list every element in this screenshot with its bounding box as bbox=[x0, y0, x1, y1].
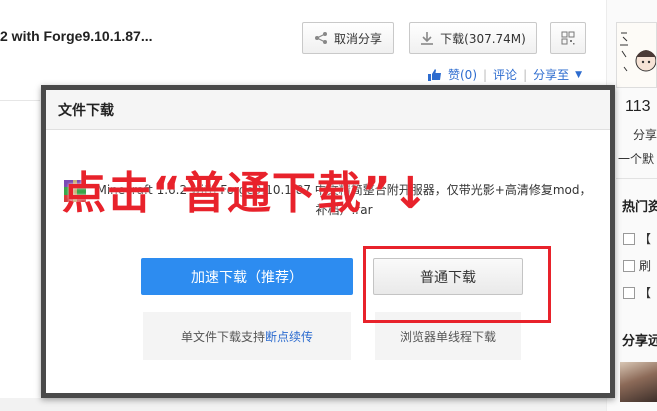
sidebar-count: 113 bbox=[625, 98, 651, 115]
chevron-down-icon[interactable]: ▼ bbox=[575, 70, 582, 80]
share-to-link[interactable]: 分享至 bbox=[533, 66, 569, 83]
fast-download-note: 单文件下载支持 断点续传 bbox=[143, 312, 351, 360]
annotation-text: 点击“普通下载”↓ bbox=[62, 168, 430, 219]
download-button[interactable]: 下载(307.74M) bbox=[409, 22, 537, 54]
left-divider bbox=[0, 100, 40, 101]
sidebar-item-label: 刷 bbox=[639, 259, 652, 273]
sidebar-share-label: 分享 bbox=[633, 128, 657, 142]
sidebar-share-title: 分享远 bbox=[622, 334, 657, 349]
meta-row: 赞(0) | 评论 | 分享至 ▼ bbox=[428, 66, 582, 83]
sidebar-hot-title: 热门资 bbox=[622, 200, 657, 215]
file-title: 2 with Forge9.10.1.87... bbox=[0, 28, 153, 44]
sidebar-item-label: 【 bbox=[639, 286, 652, 300]
qr-code-button[interactable] bbox=[550, 22, 586, 54]
sidebar-item[interactable]: 刷 bbox=[623, 257, 651, 274]
meta-separator: | bbox=[523, 67, 528, 82]
sidebar-photo[interactable] bbox=[620, 362, 657, 402]
unshare-label: 取消分享 bbox=[333, 31, 382, 46]
sidebar-default-text: 一个默 bbox=[618, 152, 655, 166]
download-icon bbox=[421, 32, 434, 45]
download-label: 下载(307.74M) bbox=[440, 31, 526, 46]
document-icon bbox=[623, 286, 635, 299]
dialog-header: 文件下载 bbox=[46, 90, 610, 130]
bottom-strip bbox=[0, 398, 606, 411]
highlight-box bbox=[363, 246, 551, 323]
unshare-button[interactable]: 取消分享 bbox=[302, 22, 394, 54]
meta-separator: | bbox=[483, 67, 488, 82]
document-icon bbox=[623, 259, 635, 272]
dialog-title: 文件下载 bbox=[58, 103, 114, 119]
thumbs-up-icon[interactable] bbox=[428, 68, 442, 81]
sidebar-item[interactable]: 【 bbox=[623, 284, 651, 301]
sidebar-item[interactable]: 【 bbox=[623, 230, 651, 247]
fast-download-button[interactable]: 加速下载（推荐） bbox=[141, 258, 353, 295]
comment-link[interactable]: 评论 bbox=[493, 66, 517, 83]
qr-code-icon bbox=[561, 31, 575, 45]
document-icon bbox=[623, 232, 635, 245]
file-download-dialog: 文件下载 Minecraft 1.6.2 with Forge9.10.1.87… bbox=[41, 85, 615, 398]
share-icon bbox=[314, 32, 327, 44]
avatar[interactable] bbox=[616, 22, 657, 88]
sidebar-divider bbox=[616, 178, 657, 179]
sidebar-item-label: 【 bbox=[639, 232, 652, 246]
fast-note-highlight: 断点续传 bbox=[265, 329, 314, 344]
fast-note-prefix: 单文件下载支持 bbox=[180, 329, 265, 344]
like-link[interactable]: 赞(0) bbox=[448, 66, 477, 83]
avatar-image-icon bbox=[617, 23, 656, 87]
